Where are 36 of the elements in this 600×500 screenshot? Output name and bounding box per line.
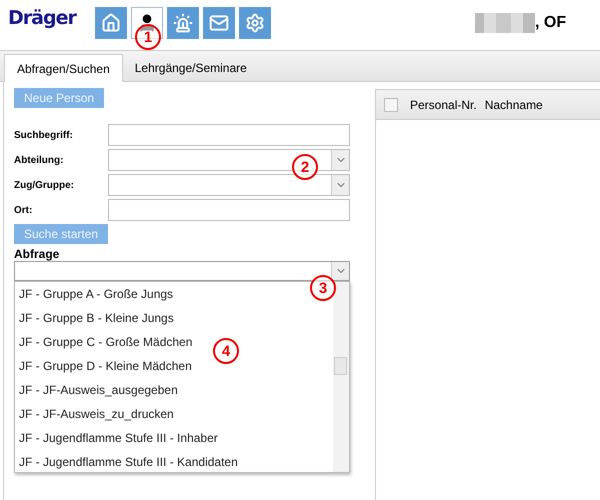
- home-icon: [101, 13, 121, 33]
- field-label: Suchbegriff:: [14, 130, 74, 140]
- input-field[interactable]: [108, 124, 350, 146]
- field-label: Zug/Gruppe:: [14, 180, 75, 190]
- dropdown-option[interactable]: JF - JF-Ausweis_ausgegeben: [15, 378, 182, 402]
- dropdown-option[interactable]: JF - Gruppe D - Kleine Mädchen: [15, 354, 196, 378]
- column-header[interactable]: Personal-Nr.: [410, 98, 477, 112]
- select-all-checkbox[interactable]: [384, 98, 398, 112]
- query-label: Abfrage: [14, 247, 60, 261]
- dropdown-option[interactable]: JF - Gruppe A - Große Jungs: [15, 282, 178, 306]
- dropdown-option[interactable]: JF - Jugendflamme Stufe III - Kandidaten: [15, 450, 242, 472]
- input-field[interactable]: [108, 199, 350, 221]
- dropdown-option[interactable]: JF - Gruppe B - Kleine Jungs: [15, 306, 178, 330]
- annotation-marker: 3: [310, 275, 336, 301]
- settings-icon: [245, 13, 265, 33]
- column-header[interactable]: Nachname: [484, 98, 543, 112]
- blurred-name: [475, 13, 535, 33]
- field-label: Ort:: [14, 204, 34, 216]
- dropdown-option[interactable]: JF - Gruppe C - Große Mädchen: [15, 330, 196, 354]
- select-field[interactable]: [108, 149, 350, 171]
- mail-icon: [209, 13, 229, 33]
- user-name: , OF: [535, 14, 566, 32]
- dropdown-option[interactable]: JF - Jugendflamme Stufe III - Inhaber: [15, 426, 222, 450]
- query-field[interactable]: [14, 261, 350, 281]
- annotation-marker: 4: [213, 338, 239, 364]
- annotation-marker: 1: [135, 24, 161, 50]
- field-label: Abteilung:: [14, 154, 64, 166]
- person-icon: [137, 13, 157, 33]
- tab[interactable]: Abfragen/Suchen: [4, 54, 123, 82]
- scrollbar[interactable]: [333, 282, 349, 472]
- annotation-marker: 2: [292, 154, 318, 180]
- siren-icon: [173, 13, 193, 33]
- tab[interactable]: Lehrgänge/Seminare: [122, 54, 259, 82]
- logo: Dräger: [8, 7, 78, 29]
- select-field[interactable]: [108, 174, 350, 196]
- dropdown-option[interactable]: JF - JF-Ausweis_zu_drucken: [15, 402, 178, 426]
